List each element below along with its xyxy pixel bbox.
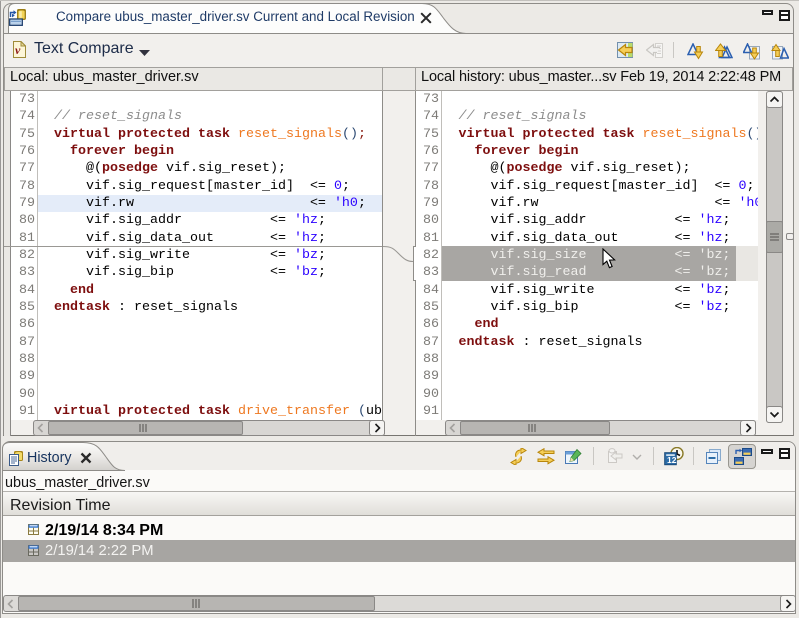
svg-text:v: v	[15, 43, 21, 57]
svg-text:12: 12	[667, 455, 677, 465]
